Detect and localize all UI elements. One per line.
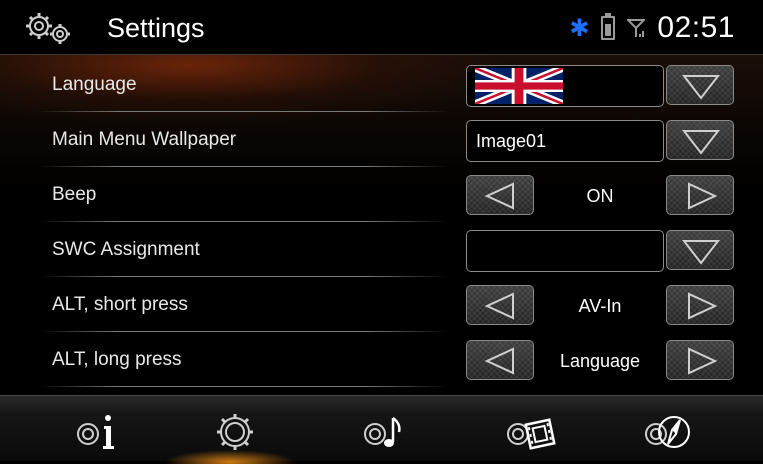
setting-label: Main Menu Wallpaper	[52, 128, 237, 150]
bottom-nav-bar	[0, 395, 763, 464]
dropdown-button[interactable]	[666, 120, 734, 160]
triangle-down-icon	[681, 75, 721, 100]
setting-label: SWC Assignment	[52, 238, 200, 260]
signal-icon	[627, 19, 646, 37]
gears-icon	[26, 13, 70, 44]
wallpaper-dropdown[interactable]: Image01	[466, 120, 734, 162]
stepper-value: ON	[586, 185, 614, 206]
dropdown-button[interactable]	[666, 65, 734, 105]
triangle-left-icon	[484, 347, 514, 375]
setting-row-wallpaper: Main Menu Wallpaper Image01	[38, 112, 734, 167]
general-settings-icon[interactable]	[205, 410, 265, 456]
setting-row-language: Language	[38, 57, 734, 112]
header-bar: Settings ✱ 02:51	[0, 0, 763, 55]
language-dropdown[interactable]	[466, 65, 734, 107]
info-settings-icon[interactable]	[70, 410, 130, 456]
previous-button[interactable]	[466, 175, 534, 215]
triangle-right-icon	[688, 292, 718, 320]
dropdown-field[interactable]	[466, 65, 664, 107]
alt-short-stepper[interactable]: AV-In	[466, 285, 734, 327]
next-button[interactable]	[666, 285, 734, 325]
navigation-settings-icon[interactable]	[640, 410, 700, 456]
triangle-left-icon	[484, 182, 514, 210]
stepper-value: Language	[559, 350, 641, 371]
uk-flag-icon	[475, 68, 563, 104]
setting-row-beep: Beep ON	[38, 167, 734, 222]
stepper-value: AV-In	[578, 295, 622, 316]
triangle-left-icon	[484, 292, 514, 320]
triangle-down-icon	[681, 130, 721, 155]
triangle-down-icon	[681, 240, 721, 265]
battery-icon	[601, 13, 616, 40]
beep-stepper[interactable]: ON	[466, 175, 734, 217]
setting-row-alt-short: ALT, short press AV-In	[38, 277, 734, 332]
clock: 02:51	[657, 11, 735, 44]
setting-row-alt-long: ALT, long press Language	[38, 332, 734, 387]
divider	[38, 386, 448, 387]
status-area: ✱ 02:51	[569, 8, 735, 48]
dropdown-field[interactable]	[466, 230, 664, 272]
setting-label: ALT, short press	[52, 293, 188, 315]
setting-label: ALT, long press	[52, 348, 182, 370]
triangle-right-icon	[688, 347, 718, 375]
swc-dropdown[interactable]	[466, 230, 734, 272]
next-button[interactable]	[666, 175, 734, 215]
setting-label: Beep	[52, 183, 97, 205]
page-title: Settings	[107, 13, 205, 43]
alt-long-stepper[interactable]: Language	[466, 340, 734, 382]
setting-label: Language	[52, 73, 137, 95]
video-settings-icon[interactable]	[500, 410, 560, 456]
audio-settings-icon[interactable]	[355, 410, 415, 456]
setting-row-swc: SWC Assignment	[38, 222, 734, 277]
triangle-right-icon	[688, 182, 718, 210]
dropdown-button[interactable]	[666, 230, 734, 270]
bluetooth-icon: ✱	[569, 14, 590, 42]
dropdown-value: Image01	[476, 130, 547, 151]
settings-list: Language Main Menu Wallpaper Image01 Bee…	[0, 55, 763, 394]
previous-button[interactable]	[466, 285, 534, 325]
next-button[interactable]	[666, 340, 734, 380]
dropdown-field[interactable]: Image01	[466, 120, 664, 162]
previous-button[interactable]	[466, 340, 534, 380]
